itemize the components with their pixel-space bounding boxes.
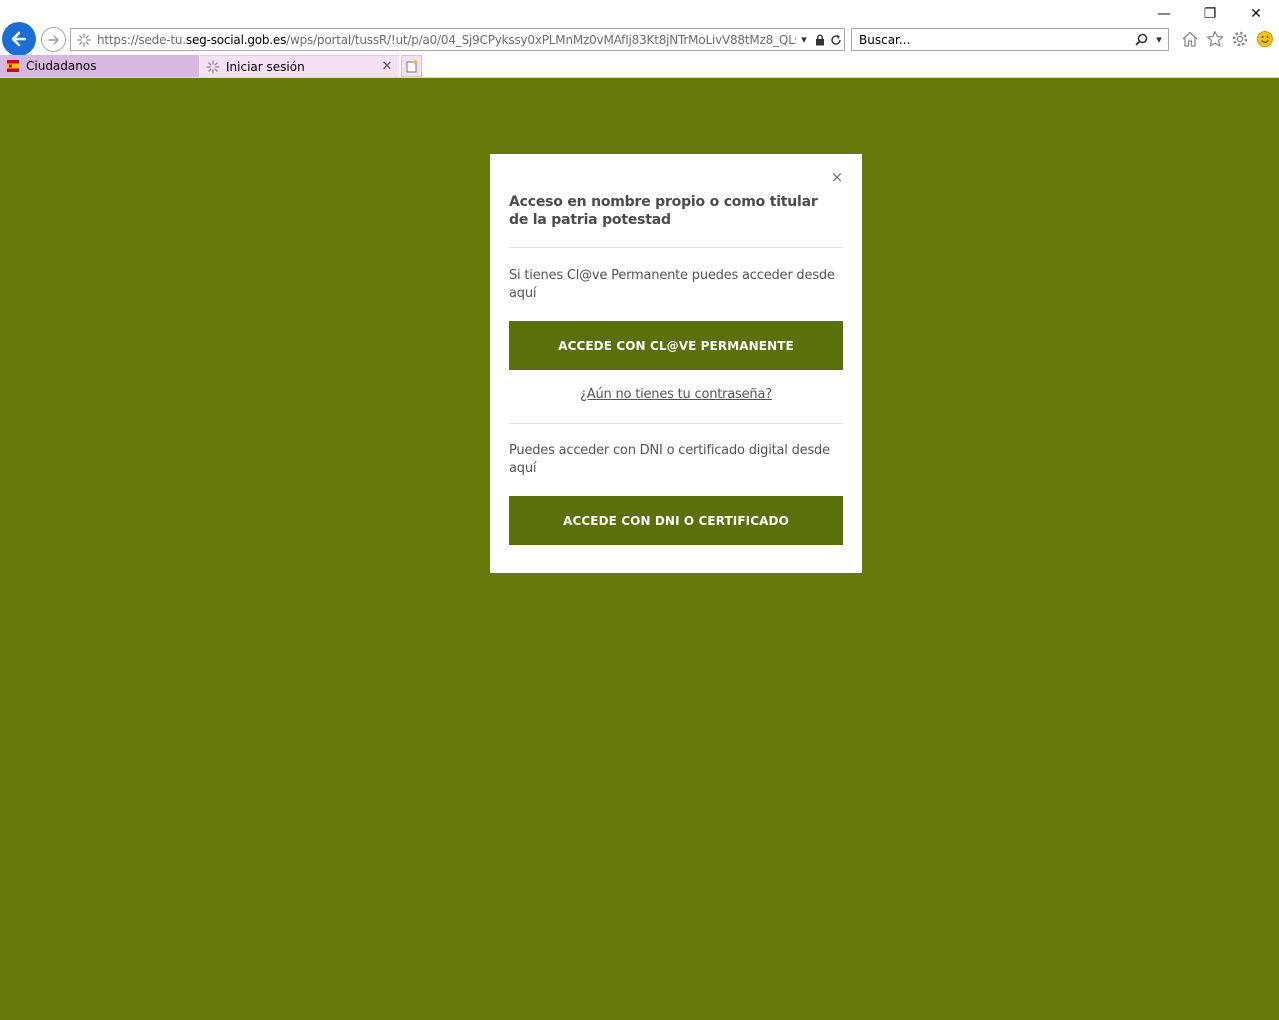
new-tab-icon — [406, 59, 418, 73]
home-icon[interactable] — [1179, 28, 1201, 50]
smiley-icon[interactable] — [1254, 28, 1276, 50]
url-scheme: https://sede-tu. — [97, 32, 186, 47]
arrow-right-icon — [47, 34, 59, 45]
toolbar-icons — [1179, 28, 1276, 50]
login-modal: × Acceso en nombre propio o como titular… — [490, 154, 862, 573]
tab-label: Iniciar sesión — [226, 59, 305, 74]
url-text[interactable]: https://sede-tu.seg-social.gob.es/wps/po… — [93, 33, 796, 47]
search-box[interactable]: ▾ — [851, 28, 1169, 51]
window-controls: — ❐ ✕ — [1141, 4, 1279, 24]
url-domain: seg-social.gob.es — [185, 32, 287, 47]
new-tab-button[interactable] — [401, 55, 422, 77]
loading-icon — [75, 31, 93, 49]
minimize-button[interactable]: — — [1141, 4, 1187, 24]
dni-intro-text: Puedes acceder con DNI o certificado dig… — [509, 443, 830, 476]
address-bar[interactable]: https://sede-tu.seg-social.gob.es/wps/po… — [70, 28, 845, 51]
address-dropdown-icon[interactable]: ▾ — [796, 31, 812, 49]
browser-chrome: — ❐ ✕ https://sede-tu.seg-social.gob.es/… — [0, 0, 1279, 78]
tab-iniciar-sesion[interactable]: Iniciar sesión ✕ — [200, 55, 399, 77]
close-window-button[interactable]: ✕ — [1233, 4, 1279, 24]
tab-bar: Ciudadanos Iniciar sesión ✕ — [0, 55, 1279, 77]
tab-ciudadanos[interactable]: Ciudadanos — [0, 55, 199, 77]
page-backdrop[interactable]: × Acceso en nombre propio o como titular… — [0, 78, 1279, 1020]
modal-title: Acceso en nombre propio o como titular d… — [509, 194, 818, 228]
modal-close-icon[interactable]: × — [830, 168, 844, 186]
dni-certificado-button[interactable]: ACCEDE CON DNI O CERTIFICADO — [509, 496, 843, 545]
spain-flag-icon — [5, 58, 21, 74]
search-dropdown-icon[interactable]: ▾ — [1150, 31, 1168, 49]
search-input[interactable] — [852, 32, 1132, 47]
arrow-left-icon — [11, 31, 27, 47]
clave-intro-text: Si tienes Cl@ve Permanente puedes accede… — [509, 268, 835, 301]
password-help-link[interactable]: ¿Aún no tienes tu contraseña? — [509, 387, 843, 402]
tab-label: Ciudadanos — [26, 59, 97, 73]
divider — [509, 423, 843, 424]
clave-permanente-button[interactable]: ACCEDE CON CL@VE PERMANENTE — [509, 321, 843, 370]
forward-button[interactable] — [41, 27, 66, 52]
loading-icon — [205, 59, 221, 75]
restore-button[interactable]: ❐ — [1187, 4, 1233, 24]
url-path: /wps/portal/tussR/!ut/p/a0/04_Sj9CPykssy… — [286, 32, 796, 47]
refresh-icon[interactable] — [828, 31, 844, 49]
back-button[interactable] — [2, 22, 36, 56]
tab-close-icon[interactable]: ✕ — [380, 59, 394, 74]
lock-icon[interactable] — [812, 31, 828, 49]
gear-icon[interactable] — [1229, 28, 1251, 50]
star-icon[interactable] — [1204, 28, 1226, 50]
search-icon[interactable] — [1132, 31, 1150, 49]
divider — [509, 247, 843, 248]
